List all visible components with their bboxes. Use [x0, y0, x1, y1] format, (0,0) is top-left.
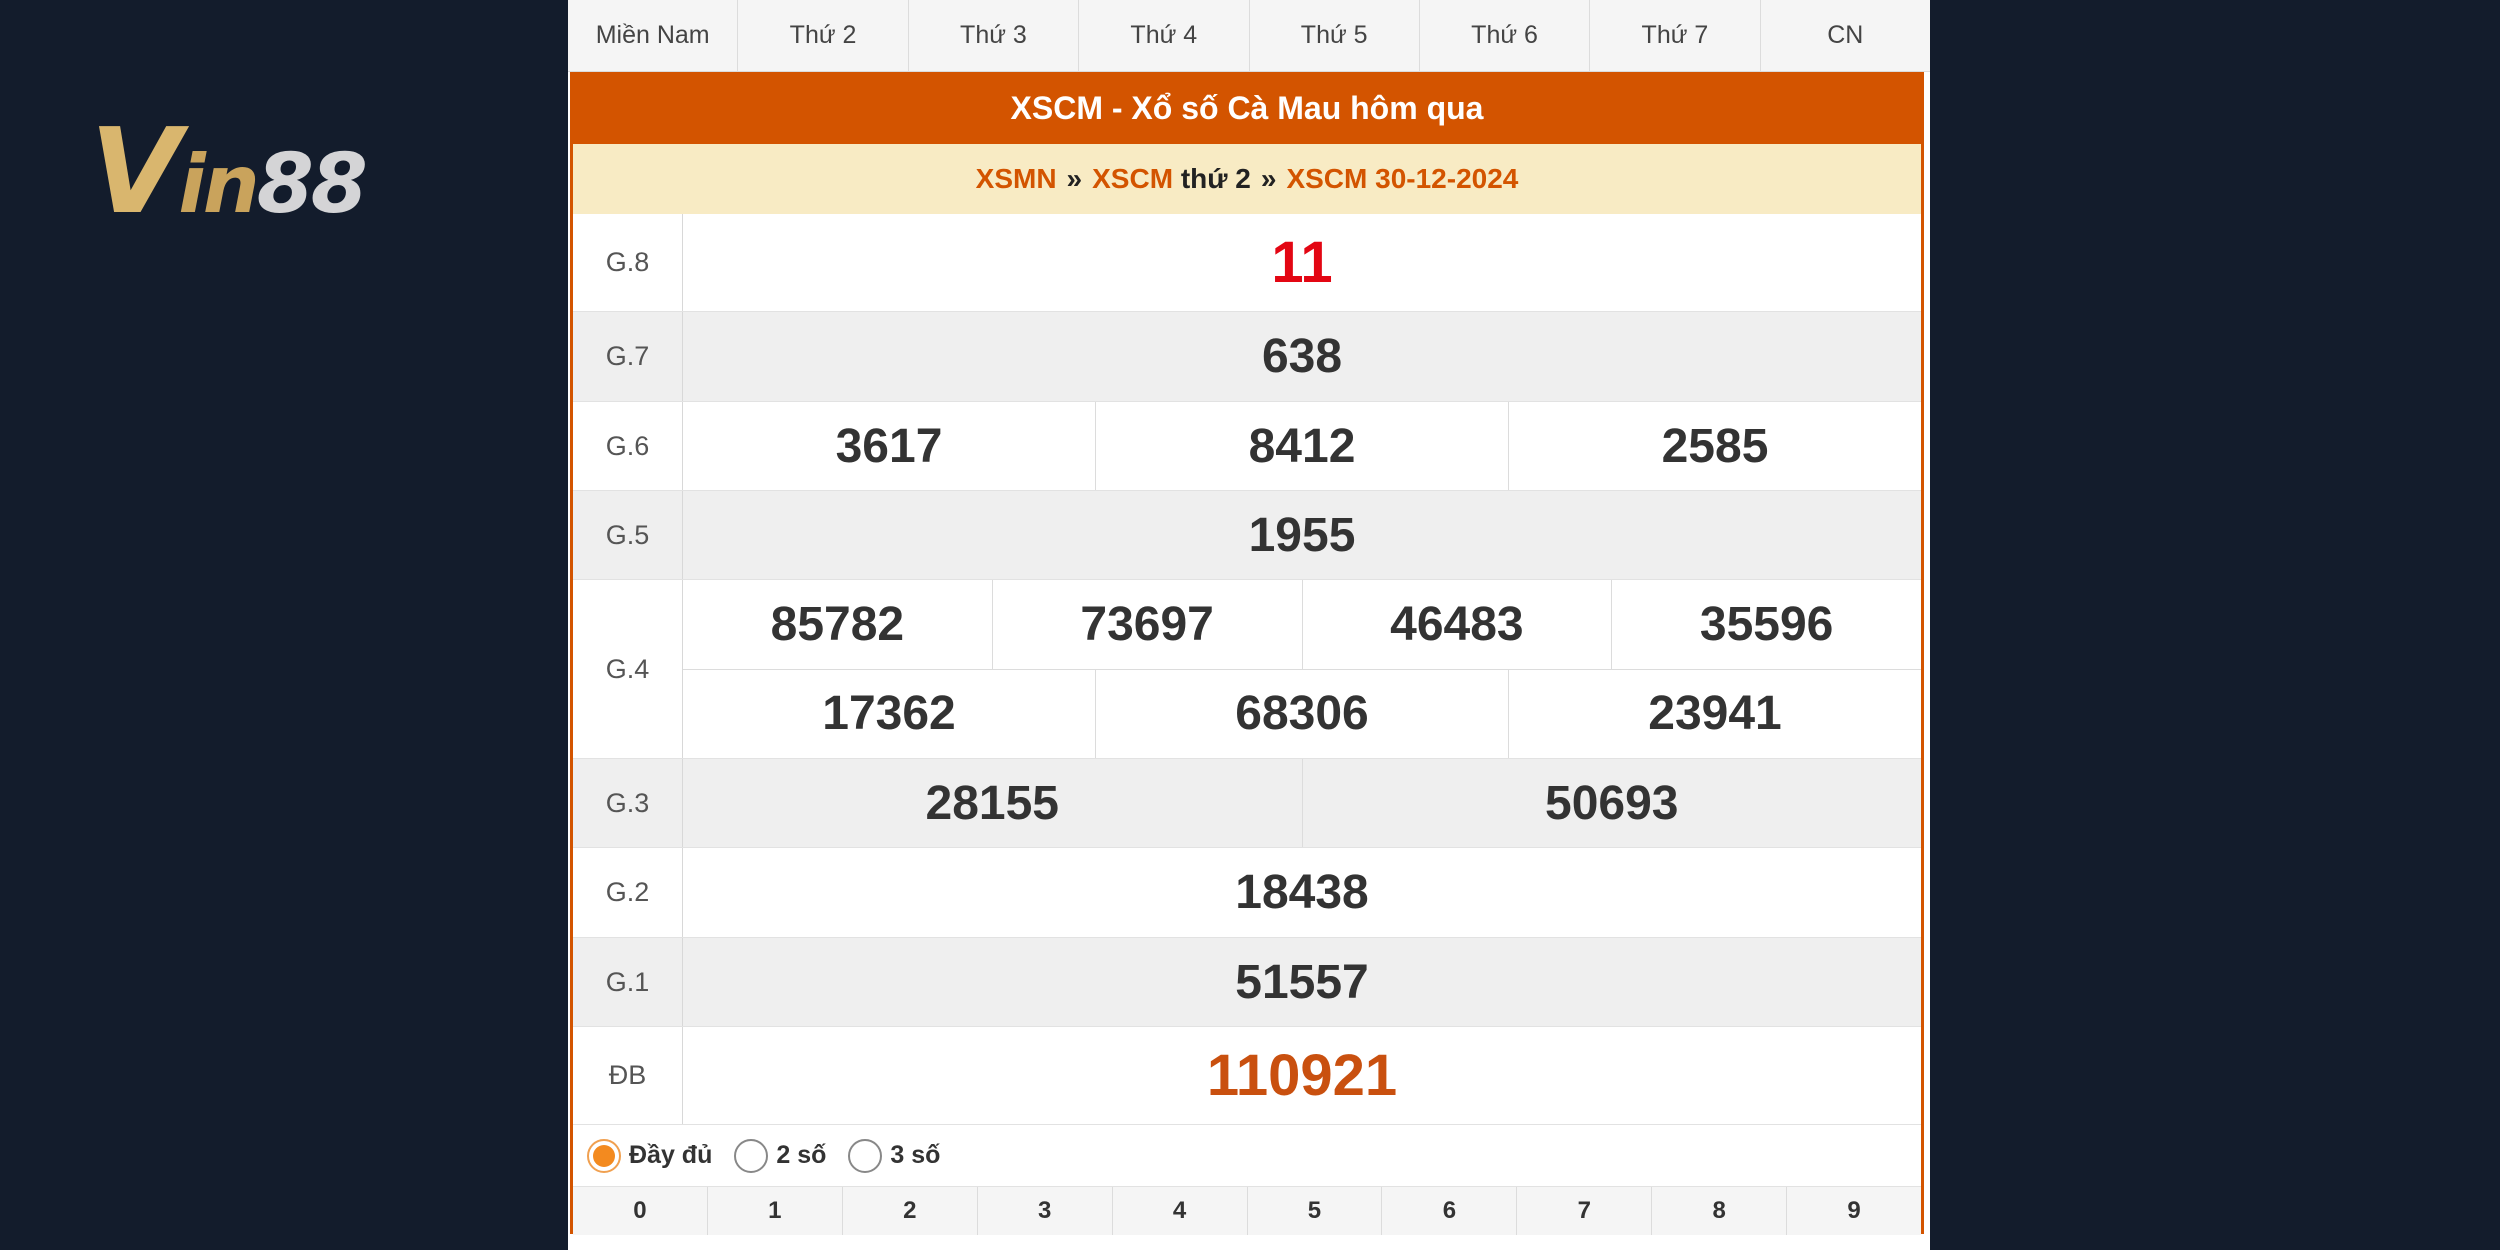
prize-label: G.8: [573, 214, 683, 311]
prize-row-special: ĐB 110921: [573, 1027, 1921, 1125]
prize-label: ĐB: [573, 1027, 683, 1124]
option-label: 2 số: [776, 1141, 827, 1169]
vin88-logo: Vin88: [90, 112, 450, 232]
prize-number: 11: [1271, 230, 1333, 295]
prize-row-g3: G.3 28155 50693: [573, 759, 1921, 848]
prize-label: G.2: [573, 848, 683, 937]
results-table: G.8 11 G.7 638 G.6 3617 8412 2585 G.5 19…: [573, 214, 1921, 1125]
tab-thu-7[interactable]: Thứ 7: [1590, 0, 1761, 71]
prize-number: 18438: [1235, 866, 1369, 919]
option-2-digits[interactable]: 2 số: [734, 1138, 827, 1173]
prize-label: G.7: [573, 312, 683, 401]
prize-row-g4: G.4 85782 73697 46483 35596 17362 68306 …: [573, 580, 1921, 759]
prize-number: 85782: [683, 580, 993, 669]
digit-7[interactable]: 7: [1517, 1187, 1653, 1235]
digit-9[interactable]: 9: [1787, 1187, 1921, 1235]
prize-number: 23941: [1648, 687, 1782, 741]
tab-thu-4[interactable]: Thứ 4: [1079, 0, 1250, 71]
prize-number: 17362: [683, 669, 1096, 758]
prize-label: G.6: [573, 402, 683, 490]
digit-1[interactable]: 1: [708, 1187, 843, 1235]
breadcrumb: XSMN » XSCM thứ 2 » XSCM 30-12-2024: [573, 144, 1921, 214]
prize-row-g2: G.2 18438: [573, 848, 1921, 938]
radio-icon[interactable]: [848, 1138, 883, 1173]
lottery-panel: Miền Nam Thứ 2 Thứ 3 Thứ 4 Thứ 5 Thứ 6 T…: [568, 0, 1930, 1250]
option-3-digits[interactable]: 3 số: [848, 1138, 941, 1173]
prize-label: G.5: [573, 491, 683, 579]
prize-row-g7: G.7 638: [573, 312, 1921, 402]
prize-label: G.4: [573, 580, 683, 758]
page-title: XSCM - Xổ số Cà Mau hôm qua: [573, 72, 1921, 144]
digit-3[interactable]: 3: [978, 1187, 1113, 1235]
digit-0[interactable]: 0: [573, 1187, 708, 1235]
breadcrumb-xsmn-link[interactable]: XSMN: [976, 163, 1057, 195]
digit-filter-bar: 0 1 2 3 4 5 6 7 8 9: [573, 1187, 1921, 1235]
prize-number: 35596: [1699, 597, 1834, 651]
logo-digits-88: 88: [256, 137, 368, 232]
tab-thu-2[interactable]: Thứ 2: [738, 0, 909, 71]
prize-number: 50693: [1545, 776, 1679, 830]
prize-number: 2585: [1661, 419, 1769, 473]
tab-thu-6[interactable]: Thứ 6: [1420, 0, 1591, 71]
prize-label: G.3: [573, 759, 683, 847]
breadcrumb-separator: »: [1066, 163, 1083, 194]
prize-row-g8: G.8 11: [573, 214, 1921, 312]
option-label: 3 số: [890, 1141, 941, 1169]
digit-8[interactable]: 8: [1652, 1187, 1788, 1235]
prize-row-g5: G.5 1955: [573, 491, 1921, 580]
prize-number: 3617: [683, 402, 1096, 490]
option-full[interactable]: Đầy đủ: [587, 1138, 713, 1173]
breadcrumb-day: thứ 2: [1180, 163, 1251, 194]
special-prize-number: 110921: [1206, 1043, 1398, 1108]
prize-label: G.1: [573, 938, 683, 1026]
prize-number: 68306: [1096, 669, 1509, 758]
radio-checked-icon[interactable]: [587, 1138, 621, 1173]
breadcrumb-xscm-link[interactable]: XSCM: [1092, 163, 1173, 194]
prize-row-g6: G.6 3617 8412 2585: [573, 402, 1921, 491]
prize-number: 8412: [1096, 402, 1509, 490]
result-box: XSCM - Xổ số Cà Mau hôm qua XSMN » XSCM …: [570, 72, 1924, 1235]
prize-number: 46483: [1303, 580, 1613, 669]
digit-4[interactable]: 4: [1113, 1187, 1248, 1235]
digit-2[interactable]: 2: [843, 1187, 978, 1235]
radio-icon[interactable]: [734, 1138, 769, 1173]
tab-cn[interactable]: CN: [1761, 0, 1930, 71]
logo-letter-v: V: [90, 102, 181, 240]
tab-thu-3[interactable]: Thứ 3: [909, 0, 1080, 71]
day-tabs: Miền Nam Thứ 2 Thứ 3 Thứ 4 Thứ 5 Thứ 6 T…: [568, 0, 1930, 72]
option-label: Đầy đủ: [629, 1141, 713, 1169]
prize-number: 638: [1261, 330, 1343, 383]
breadcrumb-date-link[interactable]: XSCM 30-12-2024: [1286, 163, 1518, 195]
logo-letters-in: in: [178, 138, 259, 231]
tab-mien-nam[interactable]: Miền Nam: [568, 0, 739, 71]
digit-6[interactable]: 6: [1382, 1187, 1518, 1235]
prize-number: 1955: [1248, 508, 1356, 562]
prize-row-g1: G.1 51557: [573, 938, 1921, 1027]
digit-5[interactable]: 5: [1248, 1187, 1383, 1235]
tab-thu-5[interactable]: Thứ 5: [1250, 0, 1420, 71]
display-options: Đầy đủ 2 số 3 số: [573, 1125, 1921, 1187]
breadcrumb-separator: »: [1260, 163, 1277, 194]
prize-number: 51557: [1235, 955, 1369, 1009]
prize-number: 28155: [683, 759, 1303, 847]
prize-number: 73697: [993, 580, 1303, 669]
